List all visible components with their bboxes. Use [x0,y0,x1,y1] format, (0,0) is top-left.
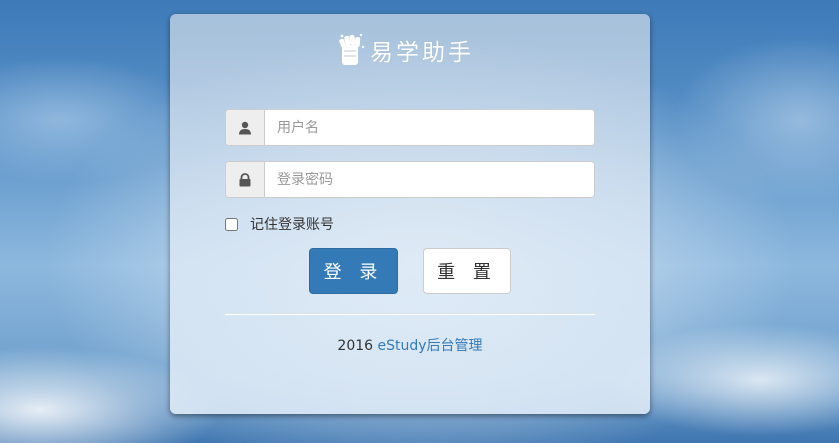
brand-logo: 易学助手 [336,32,474,68]
username-input[interactable] [265,110,594,145]
password-addon [226,162,265,197]
lock-icon [239,172,251,186]
login-panel: 易学助手 记住登录账号 登 录 重 置 2016 eStudy后台管理 [170,14,650,414]
remember-label[interactable]: 记住登录账号 [250,214,334,234]
remember-row: 记住登录账号 [225,214,334,234]
divider [225,313,595,315]
brand-title: 易学助手 [370,40,474,66]
username-group [225,109,595,146]
raised-fist-icon [339,33,365,65]
footer-link[interactable]: eStudy后台管理 [378,338,483,354]
footer: 2016 eStudy后台管理 [170,335,650,355]
user-icon [239,121,251,134]
remember-checkbox[interactable] [225,217,238,231]
reset-button[interactable]: 重 置 [423,248,511,294]
username-addon [226,110,265,145]
password-group [225,161,595,198]
password-input[interactable] [265,162,594,197]
footer-year: 2016 [337,338,374,354]
login-button[interactable]: 登 录 [309,248,398,294]
